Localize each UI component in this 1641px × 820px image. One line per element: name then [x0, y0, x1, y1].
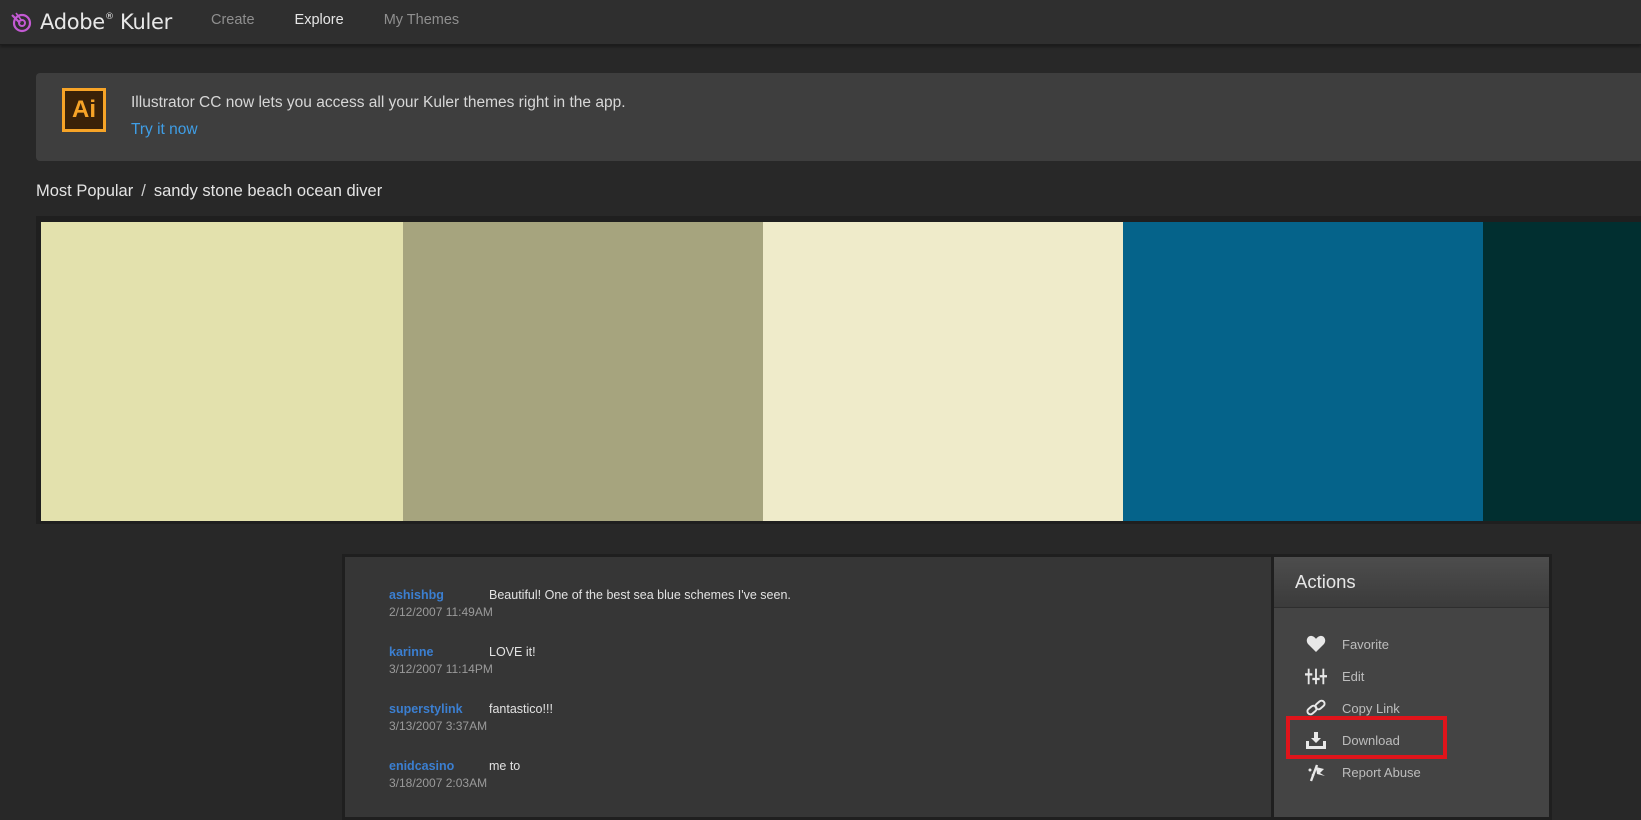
sliders-icon	[1305, 665, 1327, 687]
download-label: Download	[1342, 732, 1400, 748]
flag-icon	[1305, 761, 1327, 783]
comment-text: fantastico!!!	[489, 702, 553, 716]
link-icon	[1305, 697, 1327, 719]
favorite-label: Favorite	[1342, 636, 1389, 652]
comment-text: me to	[489, 759, 521, 773]
tab-my-themes[interactable]: My Themes	[384, 12, 459, 28]
heart-icon	[1305, 633, 1327, 655]
top-bar: Adobe® Kuler Create Explore My Themes	[0, 0, 1641, 45]
edit-label: Edit	[1342, 668, 1365, 684]
try-it-now-link[interactable]: Try it now	[131, 121, 198, 139]
comments-panel: ashishbg Beautiful! One of the best sea …	[342, 554, 1276, 820]
color-swatch[interactable]	[41, 222, 403, 521]
report-abuse-action[interactable]: Report Abuse	[1305, 761, 1421, 783]
comment-text: LOVE it!	[489, 645, 536, 659]
main-nav: Create Explore My Themes	[211, 12, 499, 28]
actions-panel: Actions Favorite Edit Copy Link Download…	[1271, 554, 1552, 820]
comment-date: 3/12/2007 11:14PM	[389, 662, 493, 676]
brand[interactable]: Adobe® Kuler	[10, 8, 172, 36]
download-action[interactable]: Download	[1305, 729, 1400, 751]
favorite-action[interactable]: Favorite	[1305, 633, 1389, 655]
comment-user-link[interactable]: enidcasino	[389, 759, 454, 773]
comment-date: 3/18/2007 2:03AM	[389, 776, 488, 790]
comment-user-link[interactable]: karinne	[389, 645, 433, 659]
color-swatch[interactable]	[1123, 222, 1483, 521]
color-swatch[interactable]	[1483, 222, 1641, 521]
actions-title: Actions	[1274, 557, 1549, 608]
color-swatch[interactable]	[403, 222, 763, 521]
download-icon	[1305, 729, 1327, 751]
copy-link-label: Copy Link	[1342, 700, 1400, 716]
color-swatch[interactable]	[763, 222, 1123, 521]
comment-text: Beautiful! One of the best sea blue sche…	[489, 588, 791, 602]
illustrator-icon: Ai	[62, 88, 106, 132]
breadcrumb: Most Popular / sandy stone beach ocean div…	[36, 182, 382, 201]
kuler-logo-icon	[11, 12, 32, 33]
edit-action[interactable]: Edit	[1305, 665, 1364, 687]
theme-title: sandy stone beach ocean diver	[153, 182, 383, 200]
comment-user-link[interactable]: ashishbg	[389, 588, 444, 602]
app-name: Adobe® Kuler	[40, 10, 172, 34]
comment-date: 2/12/2007 11:49AM	[389, 605, 493, 619]
copy-link-action[interactable]: Copy Link	[1305, 697, 1400, 719]
report-abuse-label: Report Abuse	[1342, 764, 1421, 780]
breadcrumb-separator: /	[141, 182, 146, 200]
banner-message: Illustrator CC now lets you access all y…	[131, 94, 626, 111]
tab-create[interactable]: Create	[211, 12, 255, 28]
comment-user-link[interactable]: superstylink	[389, 702, 463, 716]
tab-explore[interactable]: Explore	[295, 12, 344, 28]
illustrator-promo-banner: Ai Illustrator CC now lets you access al…	[36, 73, 1641, 161]
comment-date: 3/13/2007 3:37AM	[389, 719, 488, 733]
breadcrumb-section[interactable]: Most Popular	[36, 182, 133, 200]
